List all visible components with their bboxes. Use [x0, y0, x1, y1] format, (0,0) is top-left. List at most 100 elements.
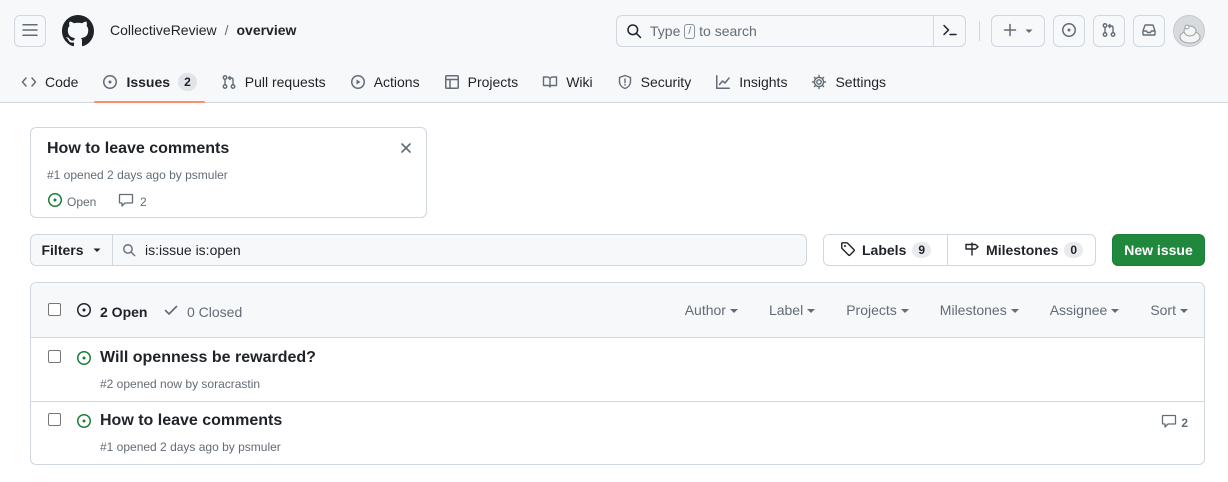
tab-security[interactable]: Security [609, 62, 700, 102]
issues-shortcut-button[interactable] [1053, 15, 1085, 47]
tab-code[interactable]: Code [13, 62, 86, 102]
gear-icon [811, 74, 827, 90]
pinned-issue-title[interactable]: How to leave comments [47, 140, 229, 158]
labels-button[interactable]: Labels 9 [824, 235, 947, 265]
labels-label: Labels [862, 242, 907, 258]
tab-settings-label: Settings [835, 74, 887, 90]
pinned-issue-status-label: Open [67, 194, 97, 209]
global-search-input[interactable]: Type / to search [616, 15, 966, 47]
tab-projects-label: Projects [467, 74, 519, 90]
issue-list: 2 Open 0 Closed Author Label Projects Mi… [30, 282, 1205, 465]
breadcrumb-separator: / [224, 22, 229, 38]
closed-issues-label: 0 Closed [187, 303, 243, 320]
git-pull-request-icon [221, 74, 237, 90]
issue-opened-icon [76, 350, 92, 366]
projects-filter-dropdown[interactable]: Projects [846, 302, 909, 318]
issue-filter-input[interactable]: is:issue is:open [112, 234, 807, 266]
issue-opened-icon [102, 74, 118, 90]
pinned-issue-status: Open [47, 192, 96, 211]
open-issues-label: 2 Open [100, 303, 148, 320]
caret-down-icon [1111, 309, 1120, 313]
code-icon [21, 74, 37, 90]
hamburger-menu-button[interactable] [14, 15, 46, 47]
closed-issues-toggle[interactable]: 0 Closed [163, 302, 242, 321]
unpin-close-icon[interactable] [400, 142, 412, 154]
book-icon [542, 74, 558, 90]
tab-issues-label: Issues [126, 74, 171, 90]
table-row[interactable]: Will openness be rewarded? #2 opened now… [31, 338, 1204, 402]
milestone-icon [964, 241, 980, 260]
tab-pull-requests-label: Pull requests [244, 74, 326, 90]
git-pull-request-icon [1101, 22, 1117, 41]
pinned-issue-card[interactable]: How to leave comments #1 opened 2 days a… [30, 127, 427, 218]
breadcrumb-owner-link[interactable]: CollectiveReview [110, 22, 217, 38]
issue-row-checkbox[interactable] [48, 350, 61, 363]
caret-down-icon [900, 309, 909, 313]
tab-security-label: Security [640, 74, 692, 90]
tab-insights[interactable]: Insights [707, 62, 795, 102]
play-icon [350, 74, 366, 90]
header-divider [979, 21, 980, 41]
issue-filter-query: is:issue is:open [145, 242, 241, 258]
issue-title-link[interactable]: How to leave comments [100, 412, 282, 430]
issue-meta: #1 opened 2 days ago by psmuler [100, 440, 281, 454]
issue-comments-link[interactable]: 2 [1161, 413, 1188, 432]
filters-label: Filters [41, 242, 84, 258]
command-palette-button[interactable] [933, 16, 965, 46]
hamburger-icon [22, 22, 38, 41]
issue-opened-icon [47, 192, 63, 211]
projects-filter-label: Projects [846, 302, 897, 318]
search-icon [122, 243, 136, 257]
author-filter-label: Author [684, 302, 726, 318]
repo-nav-tabs: Code Issues 2 Pull requests Actions Proj… [13, 62, 902, 103]
select-all-checkbox[interactable] [48, 303, 61, 316]
issue-title-link[interactable]: Will openness be rewarded? [100, 349, 316, 367]
issue-opened-icon [76, 302, 92, 321]
issue-opened-icon [76, 413, 92, 429]
tab-code-label: Code [45, 74, 79, 90]
create-new-button[interactable] [991, 15, 1045, 47]
table-row[interactable]: How to leave comments #1 opened 2 days a… [31, 402, 1204, 464]
author-filter-dropdown[interactable]: Author [685, 302, 738, 318]
pinned-issue-comment-count: 2 [140, 194, 147, 209]
tab-settings[interactable]: Settings [803, 62, 894, 102]
milestones-filter-label: Milestones [939, 302, 1007, 318]
caret-down-icon [1010, 309, 1019, 313]
issue-row-checkbox[interactable] [48, 413, 61, 426]
tab-issues[interactable]: Issues 2 [94, 62, 206, 103]
tab-actions[interactable]: Actions [342, 62, 428, 102]
repo-header: CollectiveReview / overview Type / to se… [0, 0, 1228, 103]
label-filter-dropdown[interactable]: Label [769, 302, 816, 318]
tag-icon [840, 241, 856, 260]
breadcrumb-repo-link[interactable]: overview [236, 22, 296, 38]
tab-wiki[interactable]: Wiki [534, 62, 600, 102]
search-placeholder: Type / to search [650, 23, 757, 39]
tab-pull-requests[interactable]: Pull requests [213, 62, 334, 102]
filters-dropdown-button[interactable]: Filters [30, 234, 113, 266]
tab-projects[interactable]: Projects [436, 62, 527, 102]
pull-requests-shortcut-button[interactable] [1093, 15, 1125, 47]
open-issues-toggle[interactable]: 2 Open [76, 302, 147, 321]
inbox-button[interactable] [1133, 15, 1165, 47]
caret-down-icon [729, 309, 738, 313]
check-icon [163, 302, 179, 321]
pinned-issue-meta: #1 opened 2 days ago by psmuler [47, 168, 228, 182]
plus-icon [1002, 22, 1018, 41]
user-avatar[interactable] [1173, 15, 1205, 47]
sort-dropdown[interactable]: Sort [1150, 302, 1188, 318]
milestones-filter-dropdown[interactable]: Milestones [940, 302, 1019, 318]
github-logo-icon[interactable] [62, 15, 94, 47]
caret-down-icon [1180, 309, 1188, 313]
issue-comment-count: 2 [1181, 415, 1188, 430]
labels-milestones-group: Labels 9 Milestones 0 [823, 234, 1096, 266]
comment-icon [118, 192, 134, 211]
triangle-down-icon [92, 242, 102, 258]
search-prefix: Type [650, 23, 681, 39]
table-icon [444, 74, 460, 90]
milestones-button[interactable]: Milestones 0 [947, 235, 1099, 265]
terminal-icon [942, 22, 958, 41]
assignee-filter-dropdown[interactable]: Assignee [1050, 302, 1120, 318]
new-issue-button[interactable]: New issue [1112, 234, 1205, 266]
breadcrumb: CollectiveReview / overview [110, 22, 296, 38]
pinned-issue-comments: 2 [118, 192, 147, 211]
